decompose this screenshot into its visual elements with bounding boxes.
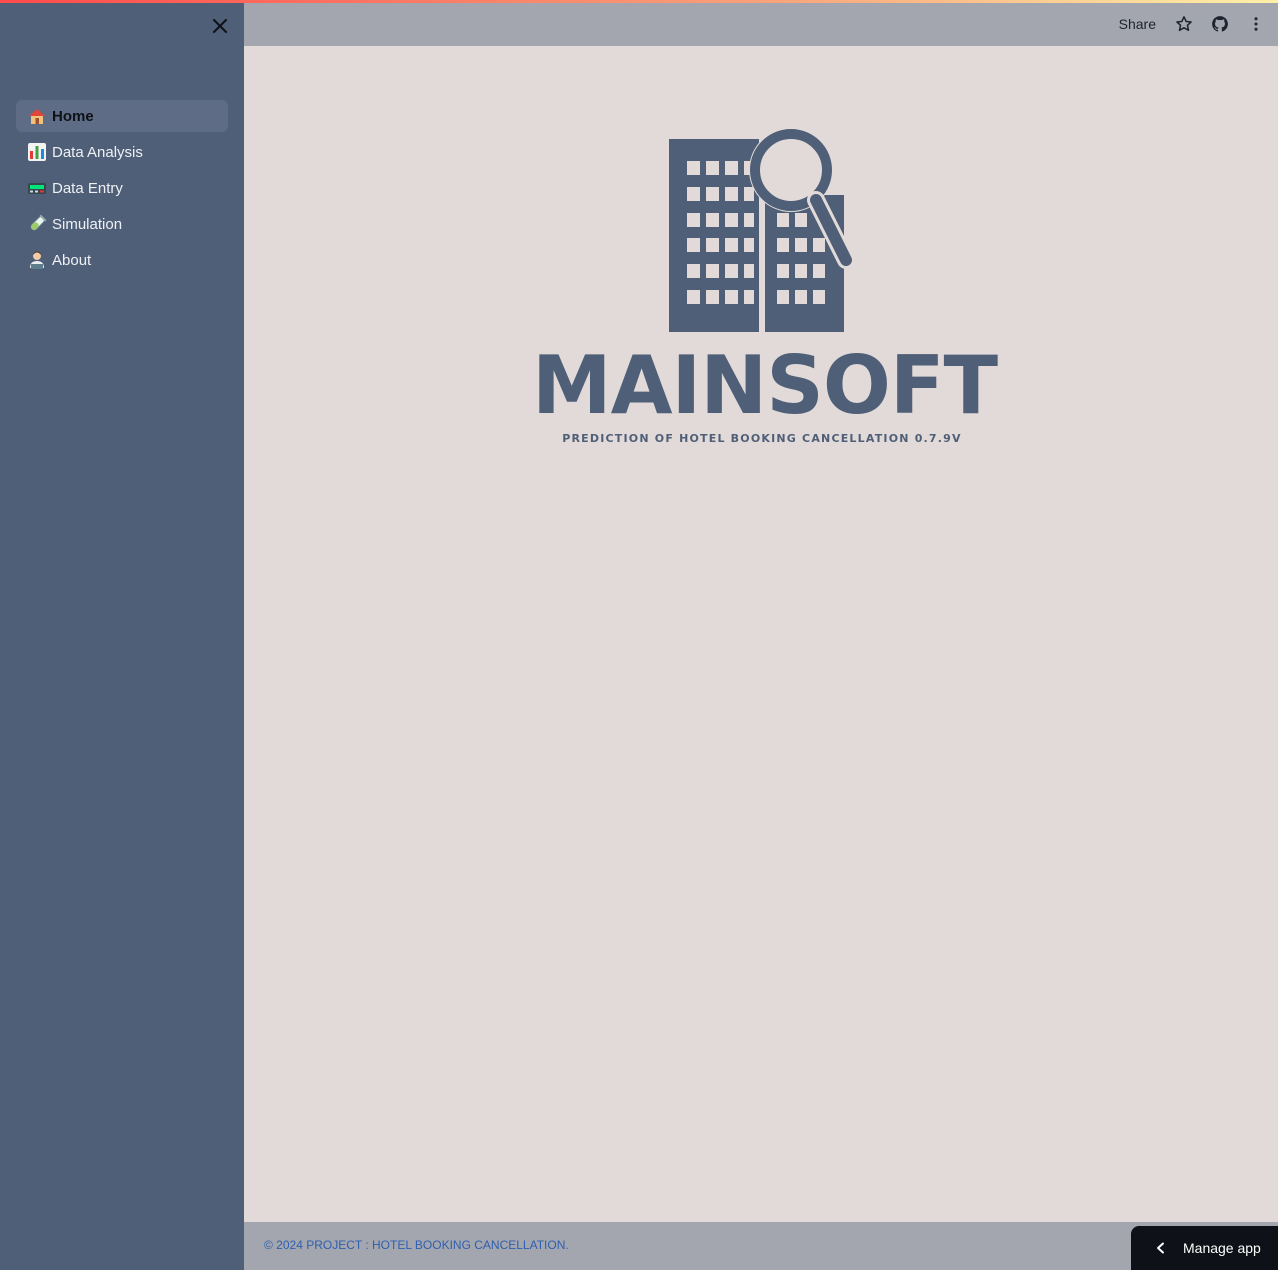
sidebar-item-label: About	[52, 251, 92, 269]
sidebar-item-label: Simulation	[52, 215, 123, 233]
house-icon	[27, 106, 47, 126]
app-header: Share	[244, 3, 1278, 46]
footer-copyright: © 2024 PROJECT : HOTEL BOOKING CANCELLAT…	[264, 1238, 569, 1252]
sidebar-item-data-analysis[interactable]: Data Analysis	[16, 136, 228, 168]
manage-app-label: Manage app	[1183, 1240, 1261, 1256]
star-button[interactable]	[1174, 14, 1194, 34]
sidebar-item-label: Data Entry	[52, 179, 123, 197]
close-icon	[213, 19, 227, 33]
hotel-search-icon	[669, 128, 855, 332]
top-decoration-bar	[0, 0, 1278, 3]
more-menu-button[interactable]	[1246, 14, 1266, 34]
manage-app-button[interactable]: Manage app	[1131, 1226, 1278, 1270]
footer: © 2024 PROJECT : HOTEL BOOKING CANCELLAT…	[244, 1222, 1278, 1270]
sidebar: Home Data Analysis Data Entry Simulation…	[0, 0, 244, 1270]
sidebar-item-about[interactable]: About	[16, 244, 228, 276]
sidebar-item-home[interactable]: Home	[16, 100, 228, 132]
app-root: Home Data Analysis Data Entry Simulation…	[0, 0, 1278, 1270]
github-button[interactable]	[1210, 14, 1230, 34]
chevron-left-icon	[1153, 1240, 1169, 1256]
sidebar-item-data-entry[interactable]: Data Entry	[16, 172, 228, 204]
close-sidebar-button[interactable]	[209, 15, 231, 37]
sidebar-item-label: Home	[52, 107, 94, 125]
mainsoft-logo: MAINSOFT PREDICTION OF HOTEL BOOKING CAN…	[520, 120, 1000, 460]
bar-chart-icon	[27, 142, 47, 162]
star-icon	[1176, 16, 1192, 32]
share-button[interactable]: Share	[1119, 16, 1156, 32]
sidebar-nav: Home Data Analysis Data Entry Simulation…	[16, 100, 228, 280]
pager-icon	[27, 178, 47, 198]
sidebar-item-simulation[interactable]: Simulation	[16, 208, 228, 240]
logo-title: MAINSOFT	[532, 339, 998, 432]
github-icon	[1212, 16, 1228, 32]
sidebar-item-label: Data Analysis	[52, 143, 143, 161]
more-vertical-icon	[1254, 17, 1258, 31]
technologist-icon	[27, 250, 47, 270]
test-tube-icon	[27, 214, 47, 234]
logo-subtitle: PREDICTION OF HOTEL BOOKING CANCELLATION…	[562, 432, 962, 445]
